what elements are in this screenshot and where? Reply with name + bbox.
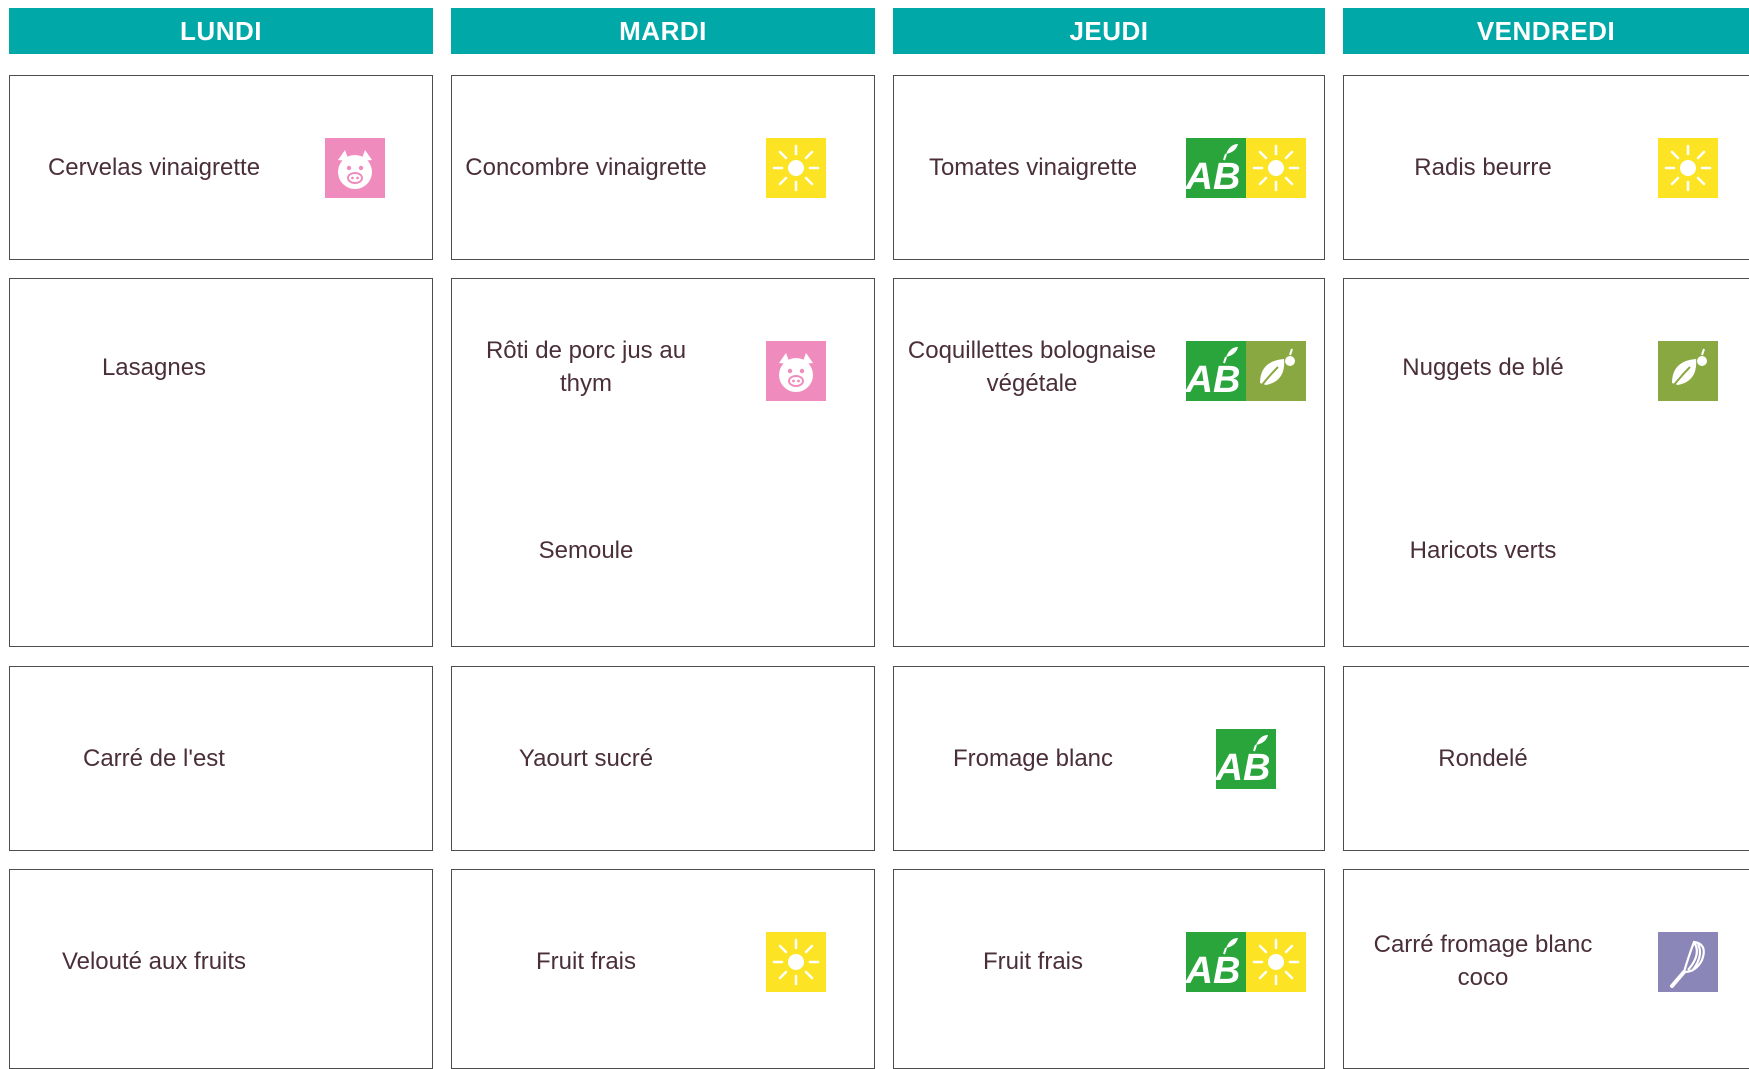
dish-label: Carré de l'est	[83, 744, 225, 772]
organic-ab-icon: AB	[1186, 138, 1246, 198]
cell-mardi-entree: Concombre vinaigrette	[451, 75, 875, 260]
cell-vendredi-dessert: Carré fromage blanc coco	[1343, 869, 1749, 1069]
vegetarian-leaf-icon	[1658, 341, 1718, 401]
cell-lundi-laitier: Carré de l'est	[9, 666, 433, 851]
dish-label: Cervelas vinaigrette	[47, 153, 261, 181]
dish-label: Carré fromage blanc coco	[1373, 931, 1593, 991]
side-label	[20, 517, 288, 583]
side-label: Semoule	[538, 536, 634, 564]
sun-icon	[1658, 138, 1718, 198]
sun-icon	[766, 932, 826, 992]
dish-label: Fruit frais	[535, 947, 636, 975]
header-vendredi: VENDREDI	[1343, 8, 1749, 54]
dish-label: Radis beurre	[1414, 153, 1552, 181]
dish-label: Lasagnes	[101, 353, 207, 381]
cell-mardi-dessert: Fruit frais	[451, 869, 875, 1069]
sun-icon	[766, 138, 826, 198]
dish-label: Fromage blanc	[952, 744, 1114, 772]
cell-jeudi-entree: Tomates vinaigrette AB	[893, 75, 1325, 260]
cell-lundi-plat: Lasagnes	[9, 278, 433, 647]
cell-jeudi-plat: Coquillettes bolognaise végétale AB	[893, 278, 1325, 647]
header-lundi: LUNDI	[9, 8, 433, 54]
dish-label: Rôti de porc jus au thym	[485, 337, 687, 397]
homemade-whisk-icon	[1658, 932, 1718, 992]
organic-ab-icon: AB	[1216, 729, 1276, 789]
dish-label: Tomates vinaigrette	[928, 153, 1138, 181]
dish-label: Yaourt sucré	[518, 744, 654, 772]
svg-text:AB: AB	[1216, 747, 1270, 789]
cell-vendredi-entree: Radis beurre	[1343, 75, 1749, 260]
dish-label: Nuggets de blé	[1402, 353, 1564, 381]
sun-icon	[1246, 932, 1306, 992]
svg-text:AB: AB	[1186, 359, 1240, 401]
sun-icon	[1246, 138, 1306, 198]
header-jeudi: JEUDI	[893, 8, 1325, 54]
header-mardi: MARDI	[451, 8, 875, 54]
cell-lundi-entree: Cervelas vinaigrette	[9, 75, 433, 260]
cell-mardi-plat: Rôti de porc jus au thym Semoule	[451, 278, 875, 647]
pork-icon	[766, 341, 826, 401]
svg-text:AB: AB	[1186, 156, 1240, 198]
side-label: Haricots verts	[1409, 536, 1557, 564]
dish-label: Velouté aux fruits	[61, 947, 247, 975]
cell-mardi-laitier: Yaourt sucré	[451, 666, 875, 851]
cell-jeudi-dessert: Fruit frais AB	[893, 869, 1325, 1069]
side-label	[904, 517, 1162, 583]
dish-label: Rondelé	[1438, 744, 1528, 772]
dish-label: Fruit frais	[982, 947, 1083, 975]
organic-ab-icon: AB	[1186, 341, 1246, 401]
vegetarian-leaf-icon	[1246, 341, 1306, 401]
svg-text:AB: AB	[1186, 950, 1240, 992]
pork-icon	[325, 138, 385, 198]
cell-jeudi-laitier: Fromage blanc AB	[893, 666, 1325, 851]
dish-label: Coquillettes bolognaise végétale	[907, 337, 1157, 397]
cell-vendredi-plat: Nuggets de blé Haricots verts	[1343, 278, 1749, 647]
dish-label: Concombre vinaigrette	[465, 153, 707, 181]
cell-vendredi-laitier: Rondelé	[1343, 666, 1749, 851]
cell-lundi-dessert: Velouté aux fruits	[9, 869, 433, 1069]
organic-ab-icon: AB	[1186, 932, 1246, 992]
